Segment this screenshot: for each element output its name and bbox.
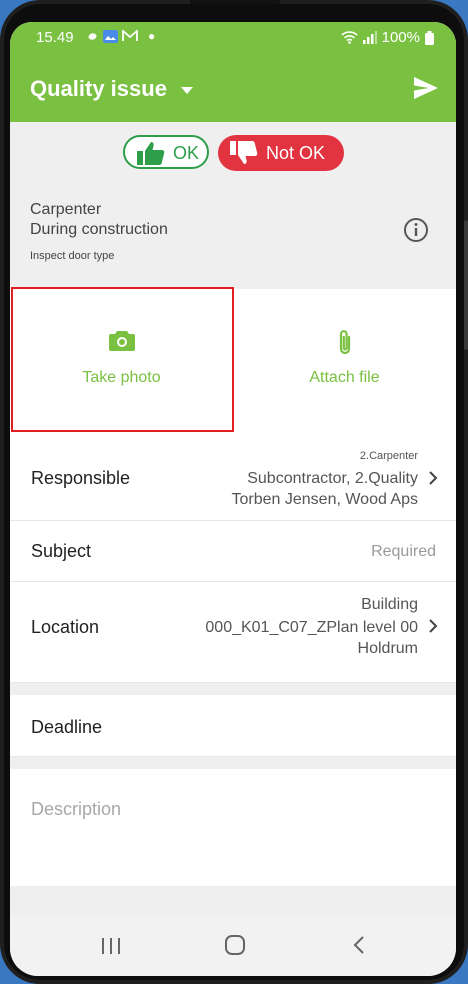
not-ok-button[interactable]: Not OK	[218, 135, 344, 171]
chevron-right-icon	[429, 619, 438, 633]
system-nav-bar	[10, 916, 456, 976]
section-divider	[10, 757, 456, 769]
signal-icon	[362, 31, 377, 44]
responsible-role: Subcontractor, 2.Quality	[247, 470, 418, 487]
thumbs-up-icon	[137, 142, 165, 165]
trade-label: Carpenter	[30, 201, 102, 218]
attach-file-button[interactable]: Attach file	[233, 289, 456, 432]
thumbs-down-icon	[230, 141, 258, 164]
inspection-info: OK Not OK Carpenter During construction …	[10, 122, 456, 289]
app-header: Quality issue	[10, 54, 456, 122]
dropdown-caret-icon[interactable]	[181, 87, 193, 94]
info-icon[interactable]	[403, 217, 429, 243]
chevron-right-icon	[429, 471, 438, 485]
description-input[interactable]: Description	[31, 799, 121, 820]
status-system-icons: 100%	[341, 29, 434, 46]
responsible-label: Responsible	[31, 468, 131, 488]
attachment-actions: Take photo Attach file	[10, 287, 456, 433]
paperclip-icon	[339, 330, 350, 355]
recents-icon[interactable]	[100, 936, 122, 956]
attach-file-label: Attach file	[309, 369, 380, 386]
phase-label: During construction	[30, 221, 168, 238]
send-icon[interactable]	[412, 74, 440, 102]
phone-frame: 15.49 ● 100% Quality issue OK Not OK Car…	[0, 0, 468, 984]
responsible-company: 2.Carpenter	[359, 450, 418, 462]
bottom-spacer	[10, 886, 456, 916]
wifi-icon	[341, 31, 358, 44]
deadline-label: Deadline	[31, 717, 103, 737]
battery-icon	[425, 30, 434, 45]
gmail-icon	[122, 30, 138, 41]
status-dot: ●	[148, 29, 156, 43]
subject-label: Subject	[31, 541, 92, 561]
location-area: Holdrum	[357, 640, 418, 657]
responsible-person: Torben Jensen, Wood Aps	[231, 491, 419, 508]
description-field[interactable]: Description	[10, 769, 456, 886]
ok-button[interactable]: OK	[123, 135, 209, 169]
checkpoint-label: Inspect door type	[30, 250, 115, 262]
status-time: 15.49	[36, 29, 74, 46]
screen: 15.49 ● 100% Quality issue OK Not OK Car…	[10, 22, 456, 976]
ok-label: OK	[173, 143, 200, 163]
responsible-row[interactable]: Responsible 2.Carpenter Subcontractor, 2…	[10, 432, 456, 521]
battery-percent: 100%	[381, 29, 420, 46]
subject-row[interactable]: Subject Required	[10, 521, 456, 582]
location-level: 000_K01_C07_ZPlan level 00	[205, 619, 418, 636]
take-photo-highlight	[11, 287, 234, 432]
status-bar: 15.49 ● 100%	[10, 22, 456, 54]
deadline-row[interactable]: Deadline	[10, 695, 456, 757]
gear-icon	[87, 32, 98, 40]
phone-side-button	[464, 220, 468, 350]
section-divider	[10, 683, 456, 695]
home-icon[interactable]	[224, 934, 246, 956]
not-ok-label: Not OK	[266, 143, 326, 163]
back-icon[interactable]	[352, 935, 366, 955]
location-label: Location	[31, 617, 100, 637]
location-building: Building	[361, 596, 418, 613]
subject-input[interactable]: Required	[371, 543, 436, 561]
photos-icon	[103, 29, 118, 43]
location-row[interactable]: Location Building 000_K01_C07_ZPlan leve…	[10, 582, 456, 683]
status-notification-icons: ●	[86, 29, 155, 43]
page-title[interactable]: Quality issue	[30, 76, 167, 102]
